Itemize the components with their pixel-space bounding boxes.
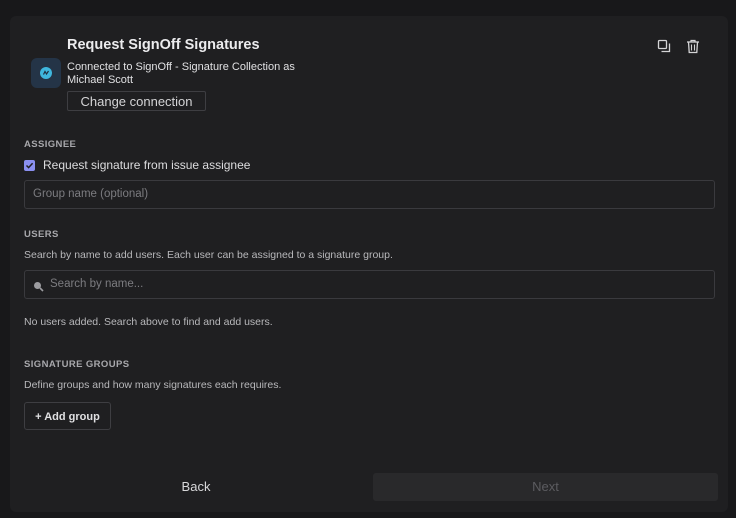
check-icon: [25, 162, 34, 169]
group-name-placeholder: Group name (optional): [33, 188, 149, 200]
users-help-text: Search by name to add users. Each user c…: [24, 249, 393, 261]
group-name-input[interactable]: Group name (optional): [24, 180, 715, 209]
next-button[interactable]: Next: [373, 473, 718, 501]
user-search-placeholder: Search by name...: [50, 278, 144, 290]
assignee-section-label: ASSIGNEE: [24, 139, 77, 150]
page-title: Request SignOff Signatures: [67, 37, 260, 53]
signature-groups-section-label: SIGNATURE GROUPS: [24, 359, 130, 370]
search-icon: [33, 279, 44, 297]
signoff-app-icon: [31, 58, 61, 88]
change-connection-button[interactable]: Change connection: [67, 91, 206, 111]
add-group-button[interactable]: + Add group: [24, 402, 111, 430]
signature-groups-help-text: Define groups and how many signatures ea…: [24, 379, 282, 391]
assignee-checkbox-row[interactable]: Request signature from issue assignee: [24, 158, 250, 172]
users-empty-text: No users added. Search above to find and…: [24, 316, 273, 328]
trash-icon[interactable]: [685, 38, 701, 54]
connection-status: Connected to SignOff - Signature Collect…: [67, 61, 295, 86]
assignee-checkbox[interactable]: [24, 159, 35, 171]
assignee-checkbox-label: Request signature from issue assignee: [43, 158, 251, 172]
duplicate-icon[interactable]: [656, 38, 672, 54]
user-search-input[interactable]: Search by name...: [24, 270, 715, 299]
back-button[interactable]: Back: [24, 473, 368, 501]
users-section-label: USERS: [24, 229, 59, 240]
